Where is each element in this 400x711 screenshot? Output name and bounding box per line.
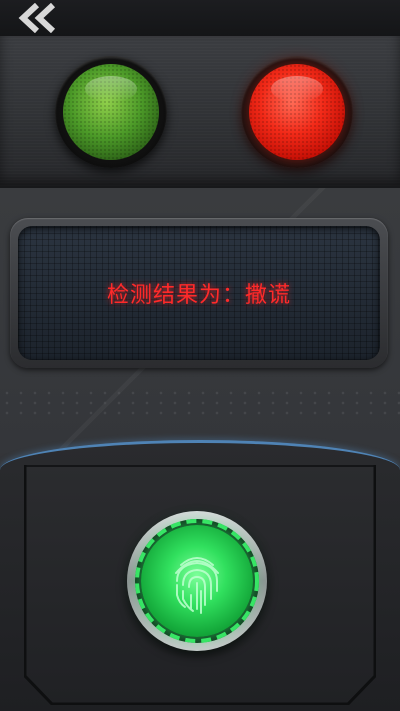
result-display: 检测结果为：撒谎 [18, 226, 380, 360]
double-chevron-left-icon [18, 3, 56, 33]
red-indicator-lamp [241, 56, 353, 168]
fingerprint-scan-button[interactable] [127, 511, 267, 651]
red-lamp-light [249, 64, 345, 160]
scanner-ring-dashes [135, 519, 259, 643]
back-button[interactable] [14, 2, 62, 34]
lamp-gloss [85, 76, 137, 102]
result-display-frame: 检测结果为：撒谎 [10, 218, 388, 368]
green-indicator-lamp [55, 56, 167, 168]
top-bar [0, 0, 400, 37]
result-section: 检测结果为：撒谎 [0, 188, 400, 453]
lie-detector-screen: 检测结果为：撒谎 [0, 0, 400, 711]
result-text: 检测结果为：撒谎 [106, 283, 291, 308]
indicator-panel [0, 36, 400, 188]
rivet-pattern [0, 388, 400, 418]
green-lamp-light [63, 64, 159, 160]
scanner-area [0, 440, 400, 711]
lamp-gloss [271, 76, 323, 102]
